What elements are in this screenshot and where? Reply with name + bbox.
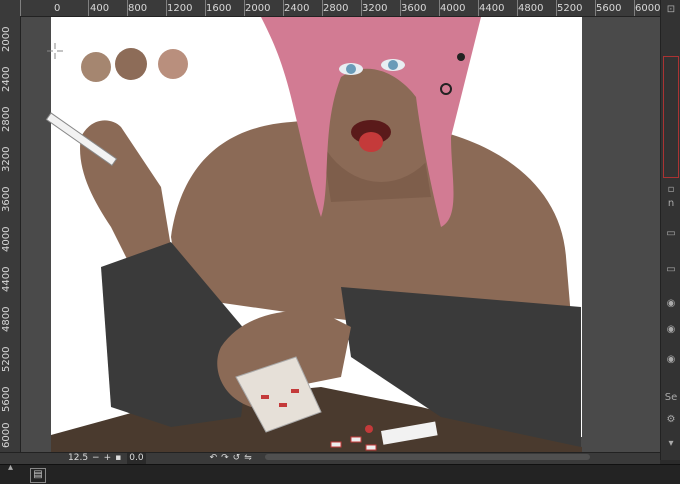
rotation-angle[interactable]: 0.0 — [127, 453, 146, 464]
panel-menu-button[interactable]: ▤ — [30, 468, 46, 483]
ruler-top-label: 4000 — [440, 3, 466, 14]
ruler-left-label: 4000 — [1, 226, 12, 252]
ruler-left-label: 2400 — [1, 66, 12, 92]
ruler-top-label: 400 — [90, 3, 110, 14]
flip-button[interactable]: ⇋ — [242, 453, 254, 464]
bottom-toolbar: ▤ — [0, 464, 680, 484]
ruler-left-label: 2800 — [1, 106, 12, 132]
ruler-left-label: 2000 — [1, 26, 12, 52]
collapse-arrow-icon[interactable]: ▴ — [8, 462, 13, 473]
panel-collapse-icon[interactable]: ⊡ — [663, 2, 679, 18]
ruler-top-label: 5600 — [596, 3, 622, 14]
panel-label-n: n — [667, 198, 675, 209]
zoom-in-button[interactable]: + — [102, 453, 114, 464]
zoom-out-button[interactable]: − — [90, 453, 102, 464]
ruler-top-label: 3600 — [401, 3, 427, 14]
ruler-top-label: 4800 — [518, 3, 544, 14]
color-swatch-1 — [81, 52, 111, 82]
left-ruler: 2000 2400 2800 3200 3600 4000 4400 4800 … — [0, 16, 21, 452]
artwork-illustration — [45, 17, 582, 452]
rotate-right-button[interactable]: ↷ — [219, 453, 231, 464]
crosshair-icon — [47, 43, 63, 59]
ruler-left-label: 5200 — [1, 346, 12, 372]
ruler-top-label: 1600 — [206, 3, 232, 14]
color-swatch-2 — [115, 48, 147, 80]
right-side-panel: ⊡ ▫ n ▭ ▭ ◉ ◉ ◉ Se ⚙ ▾ — [660, 0, 680, 460]
visibility-eye-icon[interactable]: ◉ — [663, 352, 679, 368]
ruler-top-label: 2000 — [245, 3, 271, 14]
scroll-down-icon[interactable]: ▾ — [663, 436, 679, 452]
visibility-eye-icon[interactable]: ◉ — [663, 322, 679, 338]
panel-label-se: Se — [664, 392, 678, 403]
horizontal-scrollbar[interactable] — [265, 454, 590, 460]
navigator-preview[interactable] — [663, 56, 679, 178]
reset-rotation-button[interactable]: ↺ — [231, 453, 243, 464]
ruler-left-label: 4800 — [1, 306, 12, 332]
ruler-top-label: 6000 — [635, 3, 660, 14]
ruler-top-label: 0 — [54, 3, 61, 14]
ruler-top-label: 1200 — [167, 3, 193, 14]
zoom-level[interactable]: 12.5 — [66, 453, 90, 464]
ruler-top-label: 2400 — [284, 3, 310, 14]
ruler-top-label: 2800 — [323, 3, 349, 14]
visibility-eye-icon[interactable]: ◉ — [663, 296, 679, 312]
ruler-left-label: 5600 — [1, 386, 12, 412]
ruler-corner — [0, 0, 21, 17]
color-swatch-3 — [158, 49, 188, 79]
drawing-canvas[interactable] — [21, 17, 660, 452]
ruler-top-label: 3200 — [362, 3, 388, 14]
rotation-icon: ▪ — [115, 453, 122, 463]
layer-icon[interactable]: ▭ — [663, 262, 679, 278]
ruler-top-label: 4400 — [479, 3, 505, 14]
ruler-top-label: 5200 — [557, 3, 583, 14]
ruler-left-label: 4400 — [1, 266, 12, 292]
top-ruler: 0 400 800 1200 1600 2000 2400 2800 3200 … — [20, 0, 660, 17]
ruler-left-label: 6000 — [1, 422, 12, 448]
tongue — [359, 132, 383, 152]
settings-icon[interactable]: ⚙ — [663, 412, 679, 428]
ruler-left-label: 3200 — [1, 146, 12, 172]
rotate-left-button[interactable]: ↶ — [208, 453, 220, 464]
layer-icon[interactable]: ▭ — [663, 226, 679, 242]
ruler-top-label: 800 — [128, 3, 148, 14]
ruler-left-label: 3600 — [1, 186, 12, 212]
